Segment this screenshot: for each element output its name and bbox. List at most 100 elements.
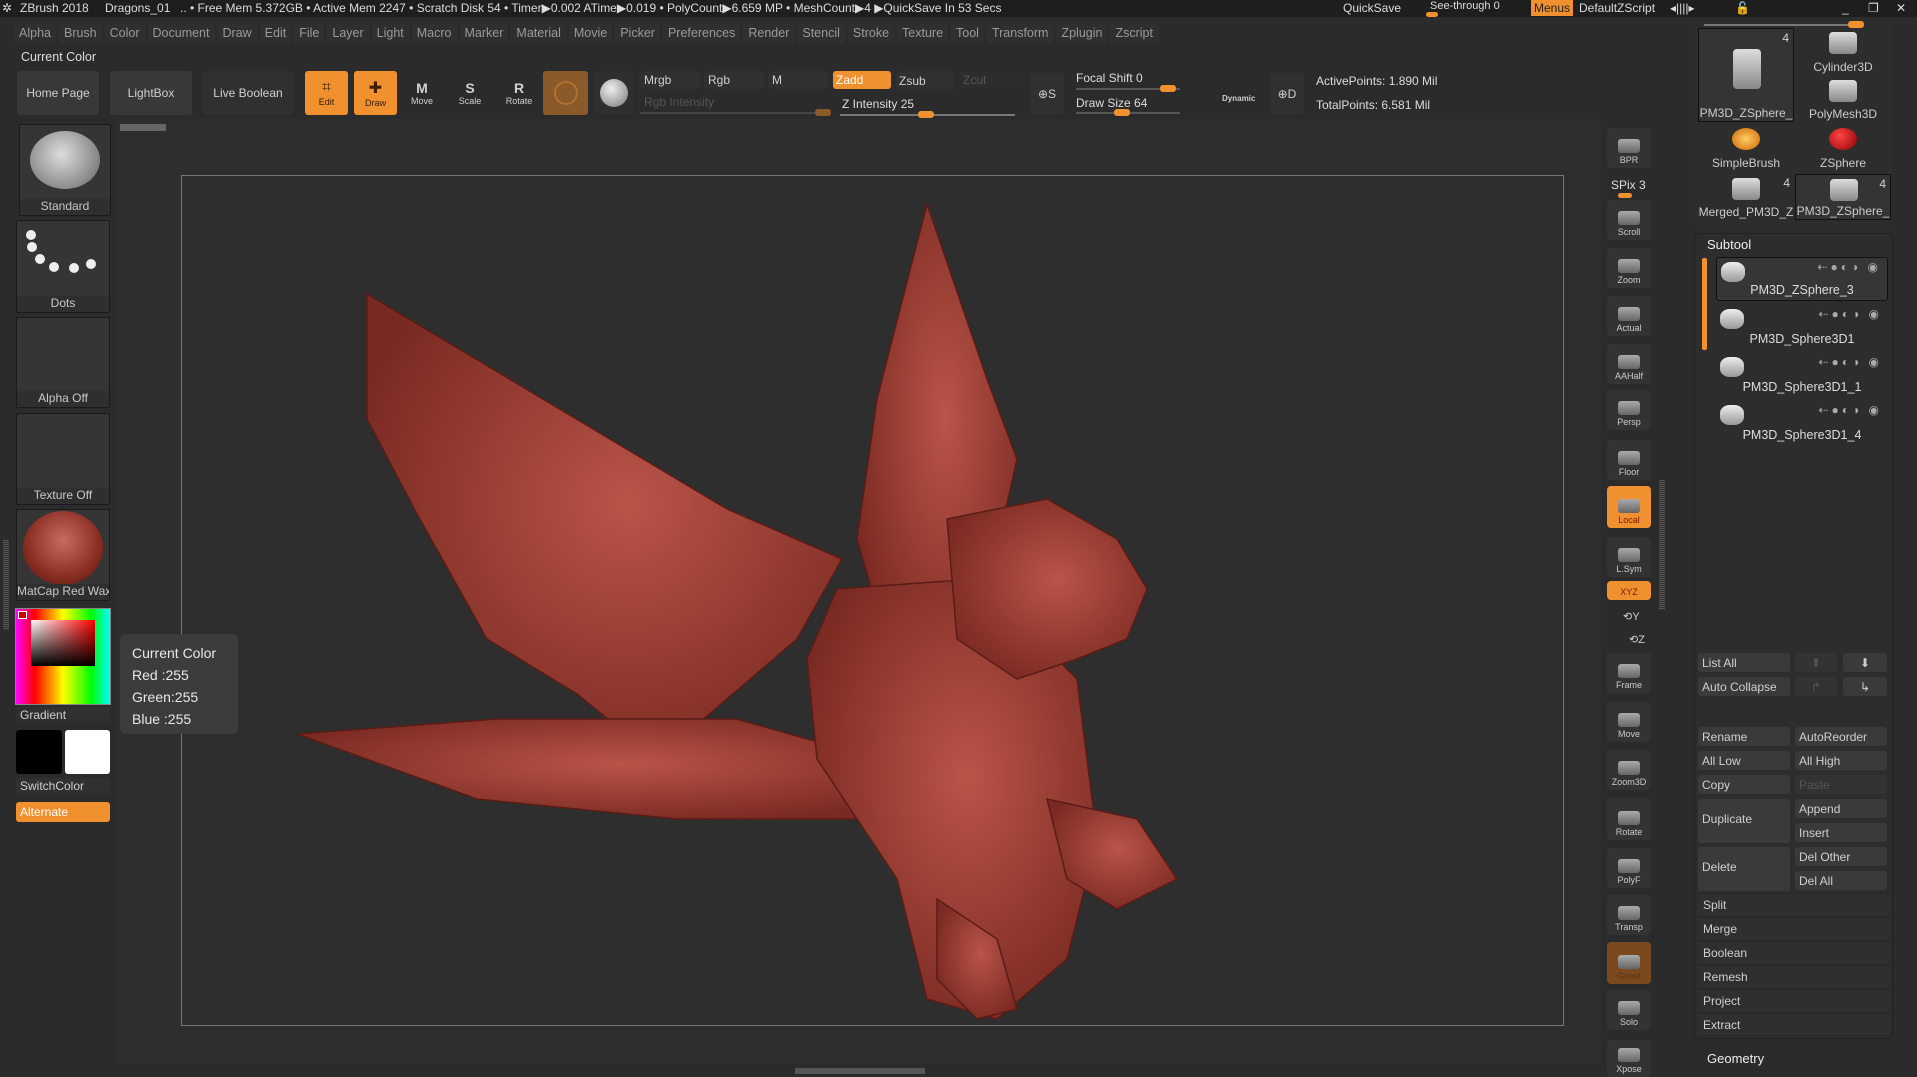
subtool-remesh-section[interactable]: Remesh	[1698, 965, 1890, 987]
menu-render[interactable]: Render	[743, 24, 795, 44]
duplicate-button[interactable]: Duplicate	[1698, 799, 1790, 843]
spix-knob[interactable]	[1618, 193, 1632, 198]
menu-draw[interactable]: Draw	[217, 24, 257, 44]
tool-thumb[interactable]: Cylinder3D	[1795, 28, 1891, 75]
menu-stencil[interactable]: Stencil	[797, 24, 845, 44]
close-icon[interactable]: ✕	[1896, 1, 1906, 15]
menu-brush[interactable]: Brush	[58, 24, 102, 44]
paste-button[interactable]: Paste	[1795, 775, 1887, 794]
shelf-move-button[interactable]: Move	[1607, 702, 1651, 742]
dragon-model[interactable]	[117, 119, 1601, 1063]
menu-material[interactable]: Material	[511, 24, 566, 44]
subtool-item[interactable]: ⇠●◐◑ ◉ PM3D_ZSphere_3	[1716, 257, 1888, 301]
menu-movie[interactable]: Movie	[568, 24, 613, 44]
rename-button[interactable]: Rename	[1698, 727, 1790, 746]
subtool-item[interactable]: ⇠●◐◑ ◉ PM3D_Sphere3D1_1	[1716, 353, 1888, 397]
stroke-selector[interactable]: Dots	[16, 220, 110, 313]
draw-button[interactable]: ✚ Draw	[354, 71, 397, 115]
tool-thumb[interactable]: PolyMesh3D	[1795, 76, 1891, 122]
menu-tool[interactable]: Tool	[951, 24, 984, 44]
move-down-arrow-icon[interactable]: ⬇	[1843, 653, 1887, 672]
shelf-actual-button[interactable]: Actual	[1607, 296, 1651, 336]
lazy-mouse-s-button[interactable]: ⊕S	[1030, 73, 1064, 115]
shelf-zoom3d-button[interactable]: Zoom3D	[1607, 750, 1651, 790]
switch-color-button[interactable]: SwitchColor	[16, 778, 110, 795]
shelf-floor-button[interactable]: Floor	[1607, 440, 1651, 480]
shelf-xyz-button[interactable]: XYZ	[1607, 581, 1651, 600]
focal-shift-slider[interactable]: Focal Shift 0	[1076, 71, 1143, 85]
subtool-item[interactable]: ⇠●◐◑ ◉ PM3D_Sphere3D1	[1716, 305, 1888, 349]
redo-arrow-icon[interactable]: ↱	[1795, 677, 1837, 696]
insert-button[interactable]: Insert	[1795, 823, 1887, 842]
shelf-l-sym-button[interactable]: L.Sym	[1607, 537, 1651, 577]
rgb-intensity-slider[interactable]: Rgb Intensity	[644, 95, 714, 109]
move-into-arrow-icon[interactable]: ↳	[1843, 677, 1887, 696]
menu-color[interactable]: Color	[104, 24, 145, 44]
tool-thumb[interactable]: PM3D_ZSphere_ 4	[1698, 28, 1794, 122]
subtool-extract-section[interactable]: Extract	[1698, 1013, 1890, 1035]
dynamic-toggle[interactable]: Dynamic	[1222, 94, 1255, 103]
subtool-boolean-section[interactable]: Boolean	[1698, 941, 1890, 963]
shelf-zoom-button[interactable]: Zoom	[1607, 248, 1651, 288]
see-through-slider[interactable]: See-through 0	[1430, 0, 1500, 12]
shelf-aahalf-button[interactable]: AAHalf	[1607, 344, 1651, 384]
shelf-xpose-button[interactable]: Xpose	[1607, 1040, 1651, 1077]
primary-color-swatch[interactable]	[65, 730, 110, 774]
z-intensity-slider[interactable]: Z Intensity 25	[842, 97, 914, 111]
rotate-z-icon[interactable]: ⟲Z	[1629, 633, 1645, 646]
m-button[interactable]: M	[768, 71, 828, 89]
default-zscript-button[interactable]: DefaultZScript	[1579, 1, 1655, 15]
subtool-visibility-eye-icon[interactable]: ⇠●◐◑ ◉	[1817, 260, 1881, 274]
geometry-section[interactable]: Geometry	[1707, 1051, 1764, 1066]
gizmo-button[interactable]	[595, 71, 633, 115]
menu-document[interactable]: Document	[147, 24, 215, 44]
shelf-bpr-button[interactable]: BPR	[1607, 128, 1651, 168]
menu-zplugin[interactable]: Zplugin	[1056, 24, 1108, 44]
shelf-ghost-button[interactable]: Ghost	[1607, 942, 1651, 984]
home-page-button[interactable]: Home Page	[17, 71, 99, 115]
subtool-split-section[interactable]: Split	[1698, 893, 1890, 915]
brush-selector[interactable]: Standard	[19, 124, 111, 216]
menu-picker[interactable]: Picker	[615, 24, 660, 44]
alpha-selector[interactable]: Alpha Off	[16, 317, 110, 408]
scale-button[interactable]: S Scale	[452, 71, 488, 115]
menu-edit[interactable]: Edit	[259, 24, 292, 44]
shelf-polyf-button[interactable]: PolyF	[1607, 848, 1651, 888]
menu-layer[interactable]: Layer	[327, 24, 369, 44]
shelf-solo-button[interactable]: Solo	[1607, 990, 1651, 1030]
minimize-icon[interactable]: _	[1842, 1, 1849, 15]
secondary-color-swatch[interactable]	[16, 730, 62, 774]
texture-selector[interactable]: Texture Off	[16, 413, 110, 505]
right-tray-handle[interactable]	[1659, 480, 1665, 610]
menus-toggle[interactable]: Menus	[1531, 0, 1574, 16]
spix-slider[interactable]: SPix 3	[1611, 178, 1646, 192]
menu-marker[interactable]: Marker	[459, 24, 509, 44]
menu-light[interactable]: Light	[371, 24, 409, 44]
subtool-scrollbar[interactable]	[1702, 258, 1707, 350]
shelf-rotate-button[interactable]: Rotate	[1607, 798, 1651, 840]
menu-zscript[interactable]: Zscript	[1110, 24, 1158, 44]
shelf-scroll-button[interactable]: Scroll	[1607, 200, 1651, 240]
color-picker[interactable]	[15, 608, 111, 705]
zcut-button[interactable]: Zcut	[960, 71, 1018, 89]
material-selector[interactable]: MatCap Red Wax	[16, 509, 110, 601]
list-all-button[interactable]: List All	[1698, 653, 1790, 672]
shelf-persp-button[interactable]: Persp	[1607, 390, 1651, 430]
subtool-visibility-eye-icon[interactable]: ⇠●◐◑ ◉	[1818, 307, 1882, 321]
tool-thumb[interactable]: SimpleBrush	[1698, 124, 1794, 171]
shelf-local-button[interactable]: Local	[1607, 486, 1651, 528]
shelf-transp-button[interactable]: Transp	[1607, 895, 1651, 935]
move-up-arrow-icon[interactable]: ⬆	[1795, 653, 1837, 672]
rotate-y-icon[interactable]: ⟲Y	[1623, 610, 1640, 623]
edit-button[interactable]: ⌗ Edit	[305, 71, 348, 115]
restore-icon[interactable]: ❐	[1868, 1, 1879, 15]
lock-icon[interactable]: 🔓	[1735, 1, 1750, 15]
append-button[interactable]: Append	[1795, 799, 1887, 818]
del-all-button[interactable]: Del All	[1795, 871, 1887, 890]
subtool-visibility-eye-icon[interactable]: ⇠●◐◑ ◉	[1818, 355, 1882, 369]
menu-preferences[interactable]: Preferences	[662, 24, 741, 44]
draw-size-slider[interactable]: Draw Size 64	[1076, 96, 1147, 110]
lightbox-button[interactable]: LightBox	[110, 71, 192, 115]
tool-thumb[interactable]: ZSphere	[1795, 124, 1891, 171]
rgb-button[interactable]: Rgb	[704, 71, 764, 89]
